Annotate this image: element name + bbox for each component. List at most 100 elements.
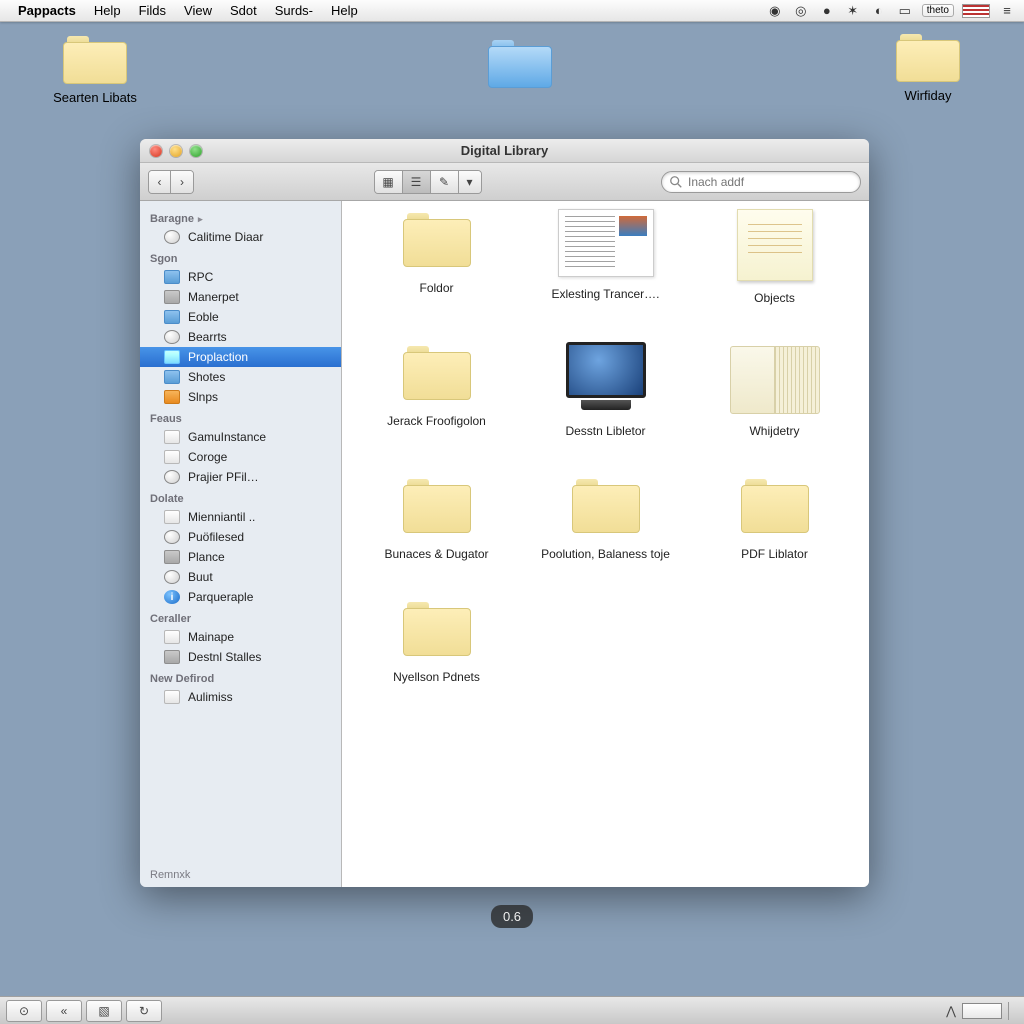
taskbar-btn-2[interactable]: « [46,1000,82,1022]
taskbar-btn-3[interactable]: ▧ [86,1000,122,1022]
file-item[interactable]: PDF Liblator [690,475,859,562]
sidebar-item[interactable]: Manerpet [140,287,341,307]
menu-list-icon[interactable]: ≡ [998,3,1016,19]
app-menu[interactable]: Pappacts [18,3,76,18]
sidebar-item[interactable]: Bearrts [140,327,341,347]
monitor-icon [561,342,651,414]
menu-help-2[interactable]: Help [331,3,358,18]
page-indicator: 0.6 [491,905,533,928]
folder-icon [164,690,180,704]
sidebar-item[interactable]: RPC [140,267,341,287]
file-item[interactable]: Foldor [352,209,521,306]
sidebar-item-label: Buut [188,570,213,584]
titlebar[interactable]: Digital Library [140,139,869,163]
list-view-button[interactable]: ☰ [403,171,431,193]
search-field [661,171,861,193]
file-item[interactable]: Exlesting Trancer…. [521,209,690,306]
action-menu-button[interactable]: ▾ [459,171,481,193]
bluetooth-icon[interactable]: ✶ [844,3,862,19]
menu-filds[interactable]: Filds [139,3,166,18]
file-item[interactable]: Whijdetry [690,342,859,439]
status-icon-5[interactable]: ◐ [870,3,888,19]
sidebar-item-label: Coroge [188,450,227,464]
tray-icon[interactable]: ⋀ [946,1004,956,1018]
folder-icon [164,550,180,564]
folder-icon [568,475,644,537]
sidebar-item[interactable]: Plance [140,547,341,567]
show-desktop-button[interactable] [1008,1002,1018,1020]
status-icon-3[interactable]: ● [818,3,836,19]
back-button[interactable]: ‹ [149,171,171,193]
folder-icon [164,370,180,384]
sidebar-item[interactable]: Slnps [140,387,341,407]
search-input[interactable] [661,171,861,193]
close-button[interactable] [150,145,162,157]
sidebar-item-label: Eoble [188,310,219,324]
battery-icon[interactable]: ▭ [896,3,914,19]
folder-icon [164,630,180,644]
desktop-folder[interactable] [460,40,580,94]
file-item[interactable]: Objects [690,209,859,306]
file-item[interactable]: Poolution, Balaness toje [521,475,690,562]
info-icon: i [164,590,180,604]
sidebar-section-header[interactable]: Sgon [140,247,341,267]
desktop-folder[interactable]: Wirfiday [868,34,988,103]
sidebar-item[interactable]: Mienniantil .. [140,507,341,527]
sidebar-item[interactable]: Calitime Diaar [140,227,341,247]
status-icon-1[interactable]: ◉ [766,3,784,19]
minimize-button[interactable] [170,145,182,157]
menu-view[interactable]: View [184,3,212,18]
flag-icon[interactable] [962,4,990,18]
disc-icon [164,470,180,484]
file-item[interactable]: Nyellson Pdnets [352,598,521,685]
sidebar-item-label: RPC [188,270,213,284]
sidebar-item[interactable]: Mainape [140,627,341,647]
file-label: Whijdetry [705,424,845,439]
taskbar-btn-4[interactable]: ↻ [126,1000,162,1022]
sidebar-section-header[interactable]: Dolate [140,487,341,507]
folder-icon [164,290,180,304]
sidebar-section-header[interactable]: New Defirod [140,667,341,687]
sidebar-item[interactable]: Destnl Stalles [140,647,341,667]
zoom-button[interactable] [190,145,202,157]
book-icon [730,342,820,414]
sidebar-section-header[interactable]: Ceraller [140,607,341,627]
file-item[interactable]: Desstn Libletor [521,342,690,439]
sidebar-item[interactable]: Aulimiss [140,687,341,707]
sidebar-section-header[interactable]: Baragne▸ [140,207,341,227]
sidebar-item[interactable]: GamuInstance [140,427,341,447]
sidebar-item[interactable]: Prajier PFil… [140,467,341,487]
status-pill[interactable]: theto [922,4,954,17]
sidebar-item[interactable]: Puöfilesed [140,527,341,547]
sidebar-item[interactable]: Buut [140,567,341,587]
menu-surds[interactable]: Surds- [275,3,313,18]
sidebar-item[interactable]: Eoble [140,307,341,327]
action-button[interactable]: ✎ [431,171,459,193]
file-browser[interactable]: FoldorExlesting Trancer….Objects Jerack F… [342,201,869,887]
desktop-folder-label: Searten Libats [53,90,137,105]
sidebar-section-header[interactable]: Feaus [140,407,341,427]
forward-button[interactable]: › [171,171,193,193]
status-icon-2[interactable]: ◎ [792,3,810,19]
sidebar-item-label: Shotes [188,370,225,384]
sidebar-item[interactable]: iParqueraple [140,587,341,607]
sidebar-item-label: Calitime Diaar [188,230,263,244]
taskbar-btn-1[interactable]: ⊙ [6,1000,42,1022]
file-item[interactable]: Bunaces & Dugator [352,475,521,562]
sidebar-item-label: Prajier PFil… [188,470,259,484]
folder-icon [488,40,552,88]
sidebar-item-label: Mainape [188,630,234,644]
sidebar: Baragne▸ Calitime Diaar Sgon RPC Manerpet Eob… [140,201,342,887]
menu-help[interactable]: Help [94,3,121,18]
desktop-folder[interactable]: Searten Libats [35,36,155,105]
sidebar-item[interactable]: Proplaction [140,347,341,367]
file-item[interactable]: Jerack Froofigolon [352,342,521,439]
sidebar-item-label: Puöfilesed [188,530,244,544]
search-icon [669,175,683,189]
tray-box[interactable] [962,1003,1002,1019]
menu-sdot[interactable]: Sdot [230,3,257,18]
sidebar-item[interactable]: Shotes [140,367,341,387]
toolbar: ‹ › ▦ ☰ ✎ ▾ [140,163,869,201]
icon-view-button[interactable]: ▦ [375,171,403,193]
sidebar-item[interactable]: Coroge [140,447,341,467]
